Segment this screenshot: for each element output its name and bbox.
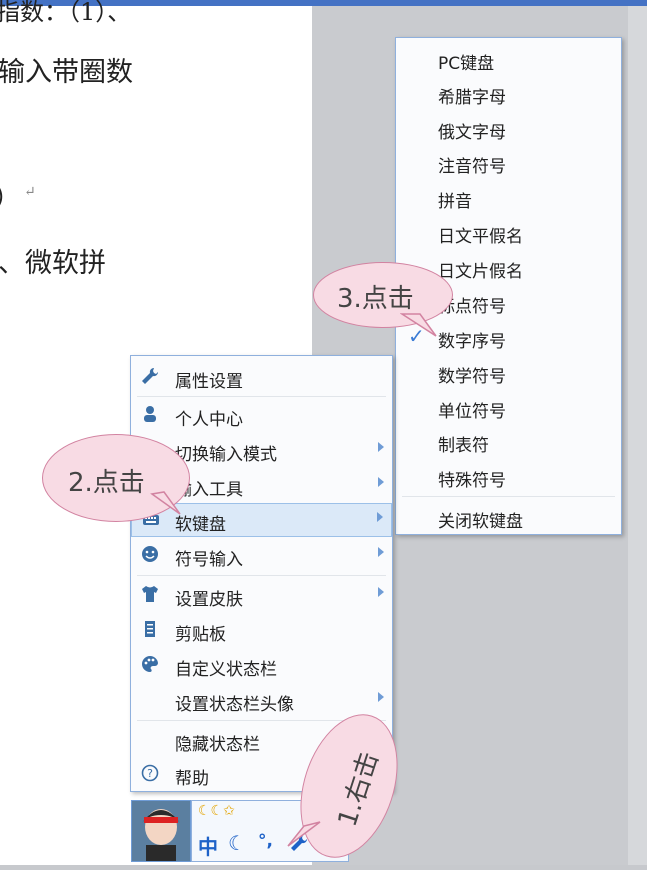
submenu-arrow-icon xyxy=(378,442,384,452)
submenu-arrow-icon xyxy=(378,692,384,702)
submenu-item-box-drawing[interactable]: 制表符 xyxy=(396,424,621,458)
menu-item-statusbar-avatar[interactable]: 设置状态栏头像 xyxy=(131,683,392,717)
submenu-item-close-keyboard[interactable]: 关闭软键盘 xyxy=(396,500,621,534)
menu-item-clipboard[interactable]: 剪贴板 xyxy=(131,613,392,647)
submenu-item-units[interactable]: 单位符号 xyxy=(396,390,621,424)
callout-step2-tail xyxy=(150,491,181,515)
menu-item-symbol-input[interactable]: 符号输入 xyxy=(131,538,392,572)
clipboard-icon xyxy=(145,621,155,637)
punctuation-button[interactable]: °, xyxy=(258,831,273,851)
doc-line-1: 输入带圈数 xyxy=(0,57,133,88)
menu-item-custom-statusbar[interactable]: 自定义状态栏 xyxy=(131,648,392,682)
paragraph-mark-icon: ↵ xyxy=(24,184,36,200)
person-icon xyxy=(144,406,156,422)
submenu-item-zhuyin[interactable]: 注音符号 xyxy=(396,145,621,179)
menu-item-properties[interactable]: 属性设置 xyxy=(131,360,392,394)
callout-step2-text: 2.点击 xyxy=(68,468,145,498)
menu-item-skin[interactable]: 设置皮肤 xyxy=(131,578,392,612)
doc-line-3: 、微软拼 xyxy=(0,248,106,279)
palette-icon xyxy=(142,655,158,672)
submenu-arrow-icon xyxy=(377,512,383,522)
shirt-icon xyxy=(142,586,158,602)
menu-divider xyxy=(137,396,386,397)
statusbar-top-icons: ☾☾✩ xyxy=(198,803,235,819)
scroll-area xyxy=(628,6,647,865)
submenu-item-russian[interactable]: 俄文字母 xyxy=(396,111,621,145)
menu-divider xyxy=(137,575,386,576)
submenu-item-math[interactable]: 数学符号 xyxy=(396,355,621,389)
wrench-icon xyxy=(142,367,159,384)
chinese-mode-button[interactable]: 中 xyxy=(198,831,218,860)
smiley-icon xyxy=(142,546,158,562)
submenu-arrow-icon xyxy=(378,587,384,597)
submenu-item-special[interactable]: 特殊符号 xyxy=(396,459,621,493)
submenu-item-hiragana[interactable]: 日文平假名 xyxy=(396,215,621,249)
doc-line-2: ） xyxy=(0,176,21,215)
submenu-arrow-icon xyxy=(378,547,384,557)
callout-step1-tail xyxy=(287,821,321,847)
submenu-item-greek[interactable]: 希腊字母 xyxy=(396,76,621,110)
svg-text:?: ? xyxy=(147,767,153,780)
doc-top-fragment: 指数：（1）、 xyxy=(0,0,132,26)
submenu-item-pc-keyboard[interactable]: PC键盘 xyxy=(396,42,621,76)
avatar[interactable] xyxy=(131,800,191,862)
callout-step3-text: 3.点击 xyxy=(337,284,414,314)
submenu-arrow-icon xyxy=(378,477,384,487)
menu-item-personal-center[interactable]: 个人中心 xyxy=(131,398,392,432)
callout-step3-tail xyxy=(400,313,437,337)
submenu-divider xyxy=(402,496,615,497)
submenu-item-pinyin[interactable]: 拼音 xyxy=(396,180,621,214)
help-icon: ? xyxy=(141,764,159,782)
halfwidth-moon-icon[interactable]: ☾ xyxy=(228,831,246,855)
avatar-image xyxy=(132,801,190,861)
